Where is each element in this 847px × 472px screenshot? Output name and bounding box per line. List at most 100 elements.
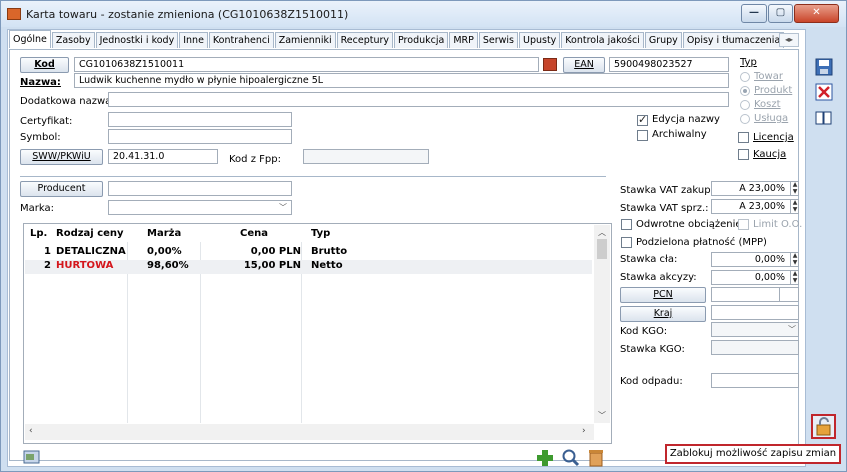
vat-zakupu-select[interactable]: A 23,00% <box>711 181 799 196</box>
ean-input[interactable]: 5900498023527 <box>609 57 729 72</box>
book-icon <box>815 111 832 125</box>
delete-button[interactable] <box>586 448 606 468</box>
kod-button[interactable]: Kod <box>20 57 69 73</box>
licencja-checkbox[interactable] <box>738 132 749 143</box>
horizontal-scrollbar[interactable]: ‹ › <box>25 424 594 440</box>
stawka-akcyzy-label: Stawka akcyzy: <box>620 272 697 283</box>
tab-12[interactable]: Grupy <box>644 32 682 48</box>
lock-button[interactable] <box>811 414 836 439</box>
nazwa-label: Nazwa: <box>20 77 61 88</box>
tab-8[interactable]: MRP <box>449 32 478 48</box>
cell-rodzaj: DETALICZNA <box>56 246 126 257</box>
typ-label: Typ <box>740 57 757 68</box>
spinner-arrows-icon[interactable]: ▲ ▼ <box>790 199 799 214</box>
chevron-down-icon: ﹀ <box>279 203 287 212</box>
cell-lp: 1 <box>44 246 51 257</box>
vertical-scrollbar[interactable]: ︿ ﹀ <box>594 225 610 423</box>
limit-oo-label: Limit O.O. <box>753 219 803 230</box>
typ-radio-3[interactable] <box>740 114 750 124</box>
tab-13[interactable]: Opisy i tłumaczenia <box>682 32 785 48</box>
stawka-kgo-input[interactable] <box>711 340 799 355</box>
scroll-up-icon[interactable]: ︿ <box>598 227 606 238</box>
kod-fpp-input[interactable] <box>303 149 429 164</box>
spinner-arrows-icon[interactable]: ▲ ▼ <box>790 270 799 285</box>
limit-oo-checkbox[interactable] <box>738 219 749 230</box>
col-header-marza: Marża <box>147 228 182 239</box>
marka-label: Marka: <box>20 203 54 214</box>
podzielona-platnosc-checkbox[interactable] <box>621 237 632 248</box>
producent-input[interactable] <box>108 181 292 196</box>
marka-select[interactable] <box>108 200 292 215</box>
edycja-nazwy-checkbox[interactable] <box>637 113 648 126</box>
tab-0[interactable]: Ogólne <box>9 30 51 48</box>
view-button[interactable] <box>561 448 581 468</box>
cell-cena: 15,00 PLN <box>243 260 301 271</box>
vat-sprz-label: Stawka VAT sprz.: <box>620 203 709 214</box>
stawka-cla-label: Stawka cła: <box>620 254 678 265</box>
maximize-icon: ▢ <box>775 7 786 18</box>
dodatkowa-nazwa-input[interactable] <box>108 92 729 107</box>
stawka-cla-input[interactable]: 0,00% <box>711 252 799 267</box>
scroll-right-icon[interactable]: › <box>582 426 586 436</box>
typ-option-label: Usługa <box>754 113 789 124</box>
tab-5[interactable]: Zamienniki <box>274 32 336 48</box>
tab-11[interactable]: Kontrola jakości <box>561 32 644 48</box>
cell-marza: 98,60% <box>147 260 189 271</box>
nazwa-input[interactable]: Ludwik kuchenne mydło w płynie hipoalerg… <box>74 73 729 88</box>
tab-10[interactable]: Upusty <box>518 32 561 48</box>
minimize-button[interactable]: — <box>741 4 767 23</box>
cell-cena: 0,00 PLN <box>250 246 301 257</box>
odwrotne-obciazenie-checkbox[interactable] <box>621 219 632 230</box>
save-button[interactable] <box>815 58 835 78</box>
archiwalny-checkbox[interactable] <box>637 130 648 141</box>
save-disk-icon <box>815 58 833 76</box>
pcn-input[interactable] <box>711 287 799 302</box>
section-divider <box>20 176 606 177</box>
tab-6[interactable]: Receptury <box>336 32 393 48</box>
certyfikat-input[interactable] <box>108 112 292 127</box>
tab-4[interactable]: Kontrahenci <box>208 32 274 48</box>
kraj-input[interactable] <box>711 305 799 320</box>
kod-kgo-label: Kod KGO: <box>620 326 668 337</box>
help-button[interactable] <box>815 110 835 130</box>
typ-radio-0[interactable] <box>740 72 750 82</box>
close-button[interactable]: ✕ <box>794 4 839 23</box>
sww-pkwiu-button[interactable]: SWW/PKWiU <box>20 149 103 165</box>
kod-odpadu-input[interactable] <box>711 373 799 388</box>
pcn-input-divider <box>779 288 780 301</box>
spinner-arrows-icon[interactable]: ▲ ▼ <box>790 181 799 196</box>
attachments-button[interactable] <box>23 449 43 469</box>
stawka-akcyzy-input[interactable]: 0,00% <box>711 270 799 285</box>
tab-1[interactable]: Zasoby <box>51 32 95 48</box>
tab-scroll-button[interactable]: ◂▸ <box>779 33 799 47</box>
vat-sprz-select[interactable]: A 23,00% <box>711 199 799 214</box>
typ-option-label: Towar <box>754 71 783 82</box>
product-image-icon[interactable] <box>543 58 557 71</box>
tab-2[interactable]: Jednostki i kody <box>95 32 179 48</box>
symbol-input[interactable] <box>108 129 292 144</box>
odwrotne-obciazenie-label: Odwrotne obciążenie <box>636 219 742 230</box>
kaucja-checkbox[interactable] <box>738 149 749 160</box>
typ-radio-1[interactable] <box>740 86 750 96</box>
sww-pkwiu-input[interactable]: 20.41.31.0 <box>108 149 218 164</box>
maximize-button[interactable]: ▢ <box>768 4 793 23</box>
tab-7[interactable]: Produkcja <box>394 32 449 48</box>
kraj-button[interactable]: Kraj <box>620 306 706 322</box>
producent-button[interactable]: Producent <box>20 181 103 197</box>
pcn-button[interactable]: PCN <box>620 287 706 303</box>
scroll-down-icon[interactable]: ﹀ <box>598 410 606 421</box>
kod-fpp-label: Kod z Fpp: <box>229 154 281 165</box>
add-button[interactable] <box>535 448 555 468</box>
cancel-button[interactable] <box>815 83 835 103</box>
scroll-thumb[interactable] <box>597 239 607 259</box>
scroll-left-icon[interactable]: ‹ <box>29 426 33 436</box>
tab-3[interactable]: Inne <box>179 32 208 48</box>
vat-zakupu-label: Stawka VAT zakupu: <box>620 185 721 196</box>
symbol-label: Symbol: <box>20 132 61 143</box>
ean-button[interactable]: EAN <box>563 57 605 73</box>
spinner-arrows-icon[interactable]: ▲ ▼ <box>790 252 799 267</box>
typ-radio-2[interactable] <box>740 100 750 110</box>
kod-input[interactable]: CG1010638Z1510011 <box>74 57 539 72</box>
tab-9[interactable]: Serwis <box>478 32 518 48</box>
stawka-kgo-label: Stawka KGO: <box>620 344 685 355</box>
